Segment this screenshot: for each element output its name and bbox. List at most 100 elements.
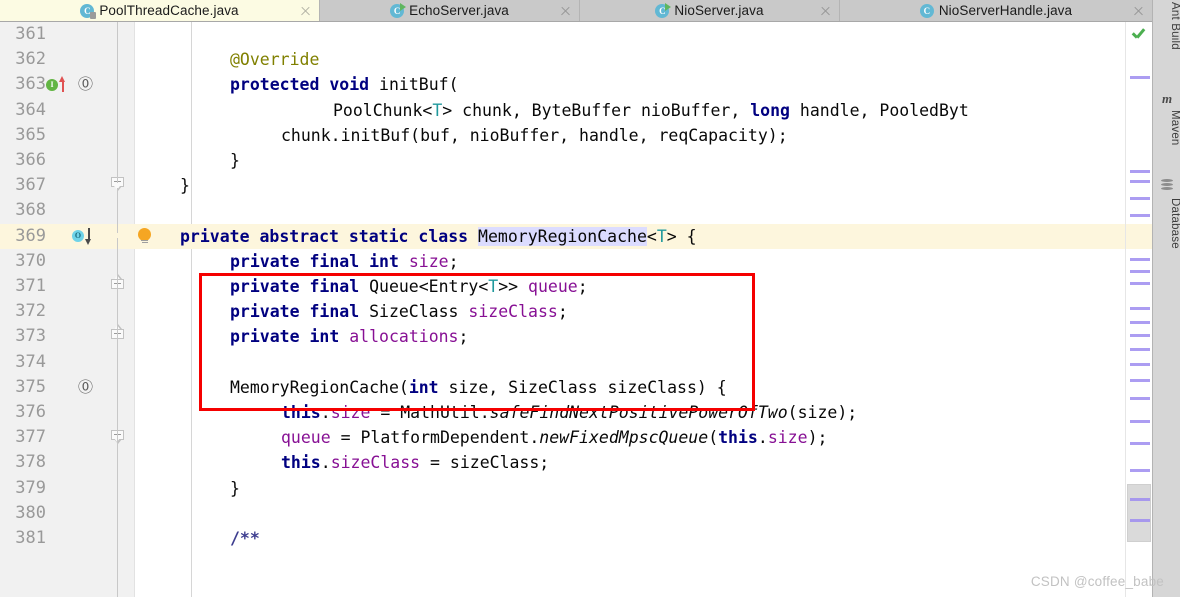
code-line[interactable]: 368	[0, 198, 1180, 223]
code-text[interactable]: protected void initBuf(	[230, 72, 459, 97]
code-editor[interactable]: 361 362 @Override 363 I ⓪ protected void…	[0, 22, 1180, 597]
editor-tab-label: EchoServer.java	[409, 3, 509, 18]
marker-stripe[interactable]	[1130, 170, 1150, 173]
code-text[interactable]: }	[230, 476, 240, 501]
marker-stripe[interactable]	[1130, 76, 1150, 79]
code-text[interactable]: private final int size;	[230, 249, 459, 274]
line-number: 376	[15, 402, 46, 422]
line-number: 364	[15, 99, 46, 120]
code-line[interactable]: 378 this.sizeClass = sizeClass;	[0, 450, 1180, 475]
editor-tab-nioserverhandle[interactable]: C NioServerHandle.java	[840, 0, 1152, 21]
marker-stripe[interactable]	[1130, 519, 1150, 522]
code-text[interactable]: private final Queue<Entry<T>> queue;	[230, 274, 588, 299]
scrollbar-thumb[interactable]	[1127, 484, 1151, 542]
line-number: 368	[15, 200, 46, 221]
code-line[interactable]: 372 private final SizeClass sizeClass;	[0, 299, 1180, 324]
marker-stripe[interactable]	[1130, 307, 1150, 310]
marker-stripe[interactable]	[1130, 258, 1150, 261]
fold-connector	[117, 238, 118, 388]
annotation-at-icon: ⓪	[78, 377, 94, 396]
java-class-icon: C	[919, 3, 934, 18]
implemented-by-icon[interactable]: O	[72, 224, 116, 249]
code-text[interactable]: }	[180, 173, 190, 198]
code-line[interactable]: 364 PoolChunk<T> chunk, ByteBuffer nioBu…	[0, 98, 1180, 192]
marker-stripe[interactable]	[1130, 348, 1150, 351]
code-line[interactable]: 376 this.size = MathUtil.safeFindNextPos…	[0, 400, 1180, 425]
code-text[interactable]: }	[230, 148, 240, 173]
marker-stripe[interactable]	[1130, 379, 1150, 382]
code-text[interactable]: @Override	[230, 47, 319, 72]
editor-tab-bar: C PoolThreadCache.java C EchoServer.java…	[0, 0, 1180, 22]
marker-stripe[interactable]	[1130, 397, 1150, 400]
intellij-editor-window: C PoolThreadCache.java C EchoServer.java…	[0, 0, 1180, 597]
code-line[interactable]: 380	[0, 501, 1180, 526]
code-line[interactable]: 373 private int allocations;	[0, 324, 1180, 349]
code-line[interactable]: 362 @Override	[0, 47, 1180, 72]
editor-tab-echoserver[interactable]: C EchoServer.java	[320, 0, 580, 21]
error-stripe-marker-bar[interactable]	[1125, 22, 1152, 597]
line-number: 372	[15, 301, 46, 322]
editor-tab-label: PoolThreadCache.java	[99, 3, 239, 18]
line-number: 379	[15, 477, 46, 498]
code-text[interactable]: this.size = MathUtil.safeFindNextPositiv…	[281, 400, 857, 425]
code-line[interactable]: 377 queue = PlatformDependent.newFixedMp…	[0, 425, 1180, 450]
code-line[interactable]: 366 }	[0, 148, 1180, 289]
marker-stripe[interactable]	[1130, 282, 1150, 285]
editor-tab-nioserver[interactable]: C NioServer.java	[580, 0, 840, 21]
code-text[interactable]: private final SizeClass sizeClass;	[230, 299, 568, 324]
code-text[interactable]: queue = PlatformDependent.newFixedMpscQu…	[281, 425, 827, 450]
code-line[interactable]: 371 private final Queue<Entry<T>> queue;	[0, 274, 1180, 299]
tool-button-maven[interactable]: Maven	[1153, 110, 1180, 166]
code-line[interactable]: 365 chunk.initBuf(buf, nioBuffer, handle…	[0, 123, 1180, 148]
code-text[interactable]: private int allocations;	[230, 324, 468, 349]
marker-stripe[interactable]	[1130, 334, 1150, 337]
code-text[interactable]: MemoryRegionCache(int size, SizeClass si…	[230, 375, 727, 400]
line-number: 373	[15, 326, 46, 347]
line-number: 378	[15, 452, 46, 473]
line-number: 370	[15, 250, 46, 271]
fold-connector	[117, 188, 118, 233]
marker-stripe[interactable]	[1130, 197, 1150, 200]
fold-connector	[117, 163, 118, 183]
code-line[interactable]: 367 }	[0, 173, 1180, 340]
line-number: 361	[15, 24, 46, 44]
marker-stripe[interactable]	[1130, 321, 1150, 324]
code-line-current[interactable]: 369 O private abstract static class Memo…	[0, 223, 1180, 444]
editor-tab-label: NioServerHandle.java	[938, 3, 1073, 18]
code-line[interactable]: 370 private final int size;	[0, 249, 1180, 274]
implementing-method-icon[interactable]: I	[46, 72, 65, 97]
annotation-at-icon: ⓪	[78, 75, 94, 94]
marker-stripe[interactable]	[1130, 363, 1150, 366]
editor-tab-poolthreadcache[interactable]: C PoolThreadCache.java	[0, 0, 320, 21]
code-text[interactable]: /**	[230, 526, 260, 551]
java-class-runnable-icon: C	[390, 2, 407, 18]
code-text[interactable]: PoolChunk<T> chunk, ByteBuffer nioBuffer…	[333, 98, 969, 123]
code-line[interactable]: 363 I ⓪ protected void initBuf(	[0, 72, 1180, 97]
code-line[interactable]: 375 ⓪ MemoryRegionCache(int size, SizeCl…	[0, 375, 1180, 400]
marker-stripe[interactable]	[1130, 214, 1150, 217]
code-line[interactable]: 361	[0, 22, 1180, 47]
marker-stripe[interactable]	[1130, 270, 1150, 273]
code-text[interactable]: private abstract static class MemoryRegi…	[180, 224, 697, 249]
code-text[interactable]: chunk.initBuf(buf, nioBuffer, handle, re…	[281, 123, 788, 148]
close-icon[interactable]	[820, 5, 831, 16]
tool-button-ant-build[interactable]: Ant Build	[1153, 2, 1180, 74]
code-text[interactable]: this.sizeClass = sizeClass;	[281, 450, 549, 475]
marker-stripe[interactable]	[1130, 498, 1150, 501]
line-number: 367	[15, 175, 46, 196]
intention-bulb-icon[interactable]	[137, 227, 152, 246]
tool-button-database[interactable]: Database	[1153, 198, 1180, 268]
line-number: 365	[15, 124, 46, 145]
close-icon[interactable]	[300, 5, 311, 16]
marker-stripe[interactable]	[1130, 420, 1150, 423]
code-line[interactable]: 379 }	[0, 476, 1180, 501]
close-icon[interactable]	[560, 5, 571, 16]
close-icon[interactable]	[1133, 5, 1144, 16]
marker-stripe[interactable]	[1130, 180, 1150, 183]
marker-stripe[interactable]	[1130, 469, 1150, 472]
code-line[interactable]: 381 /**	[0, 526, 1180, 551]
marker-stripe[interactable]	[1130, 442, 1150, 445]
database-icon	[1160, 178, 1174, 192]
code-line[interactable]: 374	[0, 350, 1180, 375]
code-lines: 361 362 @Override 363 I ⓪ protected void…	[0, 22, 1180, 597]
